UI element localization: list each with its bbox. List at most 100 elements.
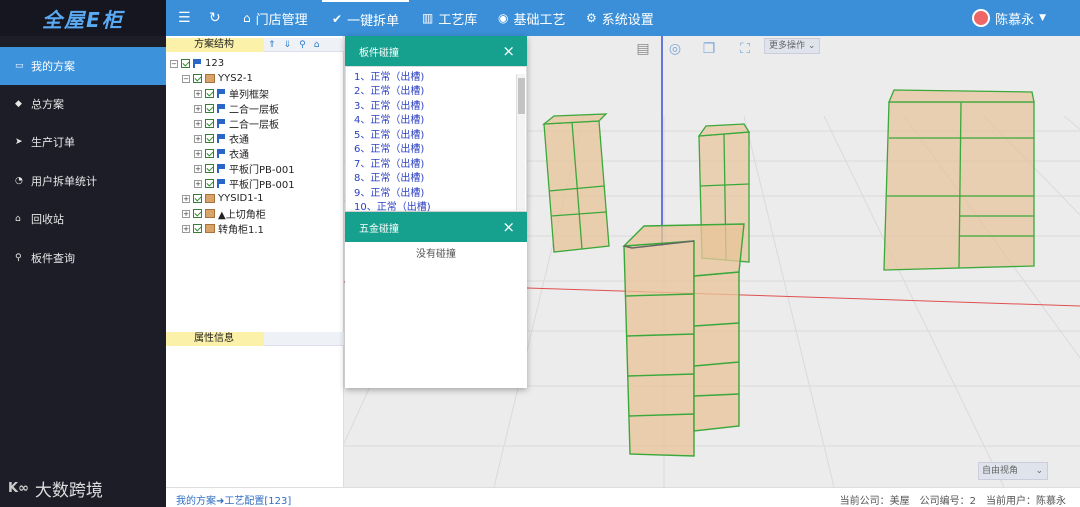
expand-icon[interactable]: + [194, 89, 202, 98]
search-icon[interactable]: ⚲ [299, 38, 306, 52]
checkbox[interactable] [193, 194, 202, 203]
scrollbar-thumb[interactable] [518, 78, 525, 114]
cabinet-model[interactable] [542, 113, 610, 253]
more-operations-dropdown[interactable]: 更多操作 ⌄ [764, 38, 821, 54]
tree-node[interactable]: + 平板门PB-001 [194, 161, 295, 176]
checkbox[interactable] [181, 59, 190, 68]
breadcrumb[interactable]: 我的方案➜工艺配置[123] [176, 492, 291, 507]
current-company: 当前公司：美屋 [839, 496, 910, 507]
refresh-icon[interactable]: ↻ [209, 0, 221, 36]
clock-icon: ◔ [15, 176, 23, 186]
sidebar-item-recycle-bin[interactable]: ⌂ 回收站 [0, 200, 166, 238]
nav-system-settings[interactable]: ⚙ 系统设置 [586, 0, 654, 36]
tree-node-label: 衣通 [229, 150, 249, 161]
printer-icon[interactable]: ▤ [634, 40, 652, 58]
collapse-icon[interactable]: − [170, 59, 178, 68]
more-ops-label: 更多操作 [769, 41, 806, 51]
plan-structure-panel: ❄ 方案结构 ⇑ ⇓ ⚲ ⌂ − 123 − YYS2-1 + 单列框架 + 二合一层板… [166, 36, 344, 487]
tree-node[interactable]: + YYSID1-1 [182, 191, 264, 206]
list-item[interactable]: 7、正常（出槽) [354, 155, 424, 170]
cabinet-icon [205, 74, 215, 83]
collapse-icon[interactable]: − [182, 74, 190, 83]
expand-icon[interactable]: + [194, 104, 202, 113]
nav-label: 基础工艺 [513, 12, 566, 28]
sidebar-item-production-orders[interactable]: ➤ 生产订单 [0, 123, 166, 161]
tree-node[interactable]: + 单列框架 [194, 86, 269, 101]
search-icon: ⚲ [15, 253, 22, 263]
checkbox[interactable] [205, 179, 214, 188]
tree-node-label: YYS2-1 [218, 73, 253, 84]
expand-icon[interactable]: + [194, 134, 202, 143]
checkbox[interactable] [205, 119, 214, 128]
fullscreen-icon[interactable]: ⛶ [736, 40, 754, 58]
view-angle-select[interactable]: 自由视角 ⌄ [978, 462, 1048, 480]
checkbox[interactable] [205, 104, 214, 113]
checkbox[interactable] [193, 209, 202, 218]
dialog-header: 板件碰撞 × [345, 36, 527, 66]
sidebar-item-user-split-stats[interactable]: ◔ 用户拆单统计 [0, 162, 166, 200]
cabinet-model[interactable] [622, 223, 745, 457]
sidebar-item-my-plans[interactable]: ▭ 我的方案 [0, 47, 166, 85]
checkbox[interactable] [193, 224, 202, 233]
list-item[interactable]: 2、正常（出槽) [354, 82, 424, 97]
list-item[interactable]: 1、正常（出槽) [354, 68, 424, 83]
home-icon[interactable]: ⌂ [314, 38, 320, 52]
panel-collision-dialog: 板件碰撞 × 1、正常（出槽) 2、正常（出槽) 3、正常（出槽) 4、正常（出槽… [345, 36, 527, 213]
tree-node[interactable]: + 衣通 [194, 131, 249, 146]
target-icon[interactable]: ◎ [666, 40, 684, 58]
list-item[interactable]: 5、正常（出槽) [354, 126, 424, 141]
expand-icon[interactable]: + [182, 194, 190, 203]
tree-node[interactable]: + 二合一层板 [194, 101, 279, 116]
expand-icon[interactable]: + [194, 149, 202, 158]
expand-all-icon[interactable]: ⇑ [268, 38, 276, 52]
list-item[interactable]: 9、正常（出槽) [354, 184, 424, 199]
close-icon[interactable]: × [502, 42, 515, 60]
tree-node[interactable]: − 123 [170, 56, 224, 71]
expand-icon[interactable]: + [182, 224, 190, 233]
nav-basic-craft[interactable]: ◉ 基础工艺 [498, 0, 566, 36]
menu-icon[interactable]: ☰ [178, 0, 191, 36]
checkbox[interactable] [205, 89, 214, 98]
nav-label: 一键拆单 [347, 13, 400, 29]
scrollbar[interactable] [516, 74, 525, 210]
checkbox[interactable] [205, 134, 214, 143]
gear-icon: ⚙ [586, 11, 597, 25]
tree-node-label: YYSID1-1 [218, 193, 264, 204]
expand-icon[interactable]: + [182, 209, 190, 218]
list-item[interactable]: 6、正常（出槽) [354, 140, 424, 155]
tree-node[interactable]: − YYS2-1 [182, 71, 253, 86]
tree-node[interactable]: + 转角柜1.1 [182, 221, 264, 236]
list-item[interactable]: 3、正常（出槽) [354, 97, 424, 112]
tree-node[interactable]: + ▲上切角柜 [182, 206, 266, 221]
expand-icon[interactable]: + [194, 179, 202, 188]
nav-one-click-split[interactable]: ✔ 一键拆单 [322, 0, 410, 36]
user-menu[interactable]: 陈慕永 ▼ [972, 0, 1046, 36]
list-item[interactable]: 10、正常（出槽) [354, 198, 431, 213]
cabinet-icon [205, 224, 215, 233]
checkbox[interactable] [193, 74, 202, 83]
nav-craft-library[interactable]: ▥ 工艺库 [422, 0, 477, 36]
collision-list[interactable]: 1、正常（出槽) 2、正常（出槽) 3、正常（出槽) 4、正常（出槽) 5、正常… [345, 66, 527, 213]
list-item[interactable]: 4、正常（出槽) [354, 111, 424, 126]
tree-node[interactable]: + 二合一层板 [194, 116, 279, 131]
layers-icon[interactable]: ❐ [700, 40, 718, 58]
collapse-all-icon[interactable]: ⇓ [284, 38, 292, 52]
logo-text: 全屋E柜 [42, 7, 124, 32]
expand-icon[interactable]: + [194, 164, 202, 173]
close-icon[interactable]: × [502, 218, 515, 236]
tree-node-label: 平板门PB-001 [229, 165, 295, 176]
checkbox[interactable] [205, 164, 214, 173]
list-item[interactable]: 8、正常（出槽) [354, 169, 424, 184]
sidebar-item-label: 总方案 [31, 98, 64, 111]
folder-icon: ▭ [15, 61, 24, 71]
sidebar-item-panel-query[interactable]: ⚲ 板件查询 [0, 239, 166, 277]
tree-node[interactable]: + 衣通 [194, 146, 249, 161]
expand-icon[interactable]: + [194, 119, 202, 128]
checkbox[interactable] [205, 149, 214, 158]
cabinet-model[interactable] [883, 89, 1035, 271]
nav-store-management[interactable]: ⌂ 门店管理 [243, 0, 308, 36]
sidebar-item-label: 我的方案 [31, 60, 75, 73]
flag-icon [217, 134, 226, 143]
tree-node[interactable]: + 平板门PB-001 [194, 176, 295, 191]
sidebar-item-master-plans[interactable]: ◆ 总方案 [0, 85, 166, 123]
